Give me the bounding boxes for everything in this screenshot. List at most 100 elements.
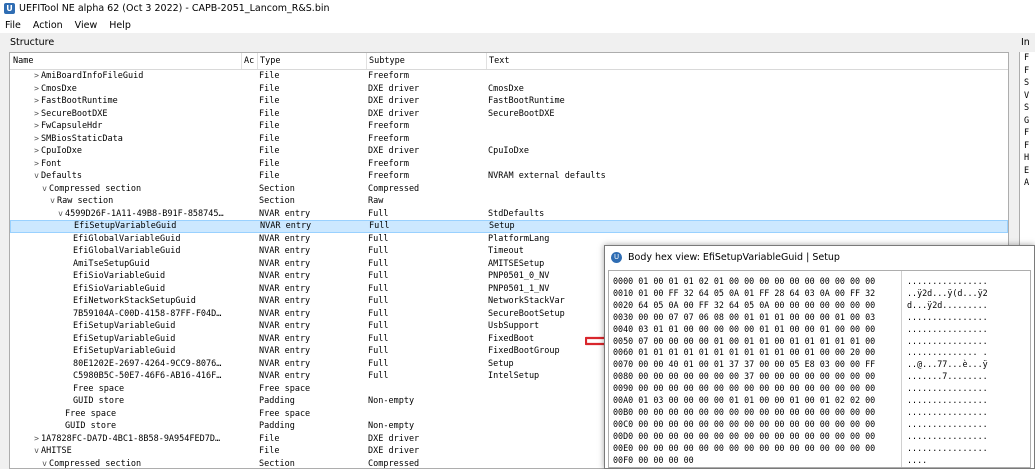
hex-line: 0000 01 00 01 01 02 01 00 00 00 00 00 00… — [613, 276, 875, 287]
tree-row-type: Section — [259, 196, 295, 206]
info-panel-line: V — [1024, 90, 1030, 101]
tree-row-name-text: 1A7828FC-DA7D-4BC1-8B58-9A954FED7D… — [41, 433, 221, 444]
tree-row-subtype: Full — [368, 246, 389, 256]
collapsed-chevron-icon[interactable]: > — [32, 108, 41, 121]
info-panel-line: A — [1024, 178, 1030, 188]
tree-row[interactable]: > FwCapsuleHdr File Freeform — [10, 120, 1008, 133]
hex-line: 0010 01 00 FF 32 64 05 0A 01 FF 28 64 03… — [613, 288, 875, 299]
tree-row[interactable]: v Defaults File Freeform NVRAM external defa… — [10, 170, 1008, 183]
hex-view-titlebar[interactable]: U Body hex view: EfiSetupVariableGuid | … — [605, 246, 1034, 268]
hex-line: 00B0 00 00 00 00 00 00 00 00 00 00 00 00… — [613, 407, 875, 418]
expanded-chevron-icon[interactable]: v — [32, 445, 41, 458]
info-panel-line: H — [1024, 153, 1030, 163]
tree-row-name: v AHITSE — [10, 445, 242, 458]
expanded-chevron-icon[interactable]: v — [40, 458, 49, 469]
menu-view[interactable]: View — [75, 20, 98, 31]
column-header-text[interactable]: Text — [489, 56, 509, 66]
collapsed-chevron-icon[interactable]: > — [32, 120, 41, 133]
window-title: UEFITool NE alpha 62 (Oct 3 2022) - CAPB… — [19, 3, 330, 14]
collapsed-chevron-icon[interactable]: > — [32, 433, 41, 446]
tree-row-name-text: Free space — [73, 383, 125, 394]
tree-row-subtype: Full — [368, 271, 389, 281]
uefitool-app-icon: U — [4, 3, 15, 14]
tree-row-type: NVAR entry — [259, 333, 311, 344]
tree-row-name-text: AmiTseSetupGuid — [73, 258, 150, 269]
hex-bytes: 00 00 07 07 06 08 00 01 01 01 00 00 00 0… — [638, 311, 876, 322]
tree-row[interactable]: EfiGlobalVariableGuid NVAR entry Full Platf… — [10, 233, 1008, 246]
column-divider[interactable] — [486, 53, 487, 69]
tree-row[interactable]: > FastBootRuntime File DXE driver FastBootRu… — [10, 95, 1008, 108]
hex-bytes: 03 01 01 00 00 00 00 00 01 01 00 00 01 0… — [638, 323, 876, 334]
tree-row-subtype: Freeform — [368, 158, 409, 169]
tree-row-text: CpuIoDxe — [488, 146, 529, 156]
tree-row-name-text: Free space — [65, 408, 117, 419]
tree-row[interactable]: > SecureBootDXE File DXE driver SecureBootDX… — [10, 108, 1008, 121]
tree-row-type: File — [259, 96, 280, 106]
tree-row-name-text: Font — [41, 158, 62, 169]
tree-row-type: NVAR entry — [259, 371, 311, 381]
hex-offset: 00C0 — [613, 418, 634, 429]
tree-row-name-text: FwCapsuleHdr — [41, 121, 103, 131]
info-panel-line: F — [1024, 65, 1030, 76]
hex-view-body[interactable]: 0000 01 00 01 01 02 01 00 00 00 00 00 00… — [608, 270, 1031, 468]
collapsed-chevron-icon[interactable]: > — [32, 70, 41, 83]
tree-row[interactable]: v Raw section Section Raw — [10, 195, 1008, 208]
collapsed-chevron-icon[interactable]: > — [32, 145, 41, 158]
tree-row-name-text: Raw section — [57, 196, 114, 206]
collapsed-chevron-icon[interactable]: > — [32, 95, 41, 108]
tree-row-name-text: CmosDxe — [41, 83, 77, 94]
tree-row-subtype: Freeform — [368, 71, 409, 81]
tree-row-name-text: SMBiosStaticData — [41, 133, 123, 144]
column-divider[interactable] — [257, 53, 258, 69]
tree-row[interactable]: EfiSetupVariableGuid NVAR entry Full Setup — [10, 220, 1008, 233]
column-divider[interactable] — [366, 53, 367, 69]
tree-row-subtype: Full — [368, 208, 389, 219]
expanded-chevron-icon[interactable]: v — [56, 208, 65, 221]
menu-file[interactable]: File — [5, 20, 21, 31]
tree-row-type: File — [259, 433, 280, 444]
column-header-action[interactable]: Ac — [244, 56, 254, 66]
tree-row-name-text: Compressed section — [49, 458, 142, 469]
column-divider[interactable] — [241, 53, 242, 69]
tree-row-name-text: 4599D26F-1A11-49B8-B91F-858745… — [65, 208, 224, 219]
column-header-subtype[interactable]: Subtype — [369, 56, 405, 66]
tree-row-name-text: Compressed section — [49, 183, 142, 194]
tree-row[interactable]: > CmosDxe File DXE driver CmosDxe — [10, 83, 1008, 96]
menu-action[interactable]: Action — [33, 20, 63, 31]
tree-row-name-text: CpuIoDxe — [41, 146, 82, 156]
tree-row-name-text: 80E1202E-2697-4264-9CC9-8076… — [73, 358, 222, 369]
hex-ascii: ................ — [907, 395, 988, 405]
tree-row[interactable]: > AmiBoardInfoFileGuid File Freeform — [10, 70, 1008, 83]
tree-row-name: v Compressed section — [10, 458, 242, 469]
tree-row-name-text: C5980B5C-50E7-46F6-AB16-416F… — [73, 371, 222, 381]
column-header-name[interactable]: Name — [13, 56, 33, 66]
tree-row-subtype: Non-empty — [368, 421, 415, 431]
expanded-chevron-icon[interactable]: v — [32, 170, 41, 183]
collapsed-chevron-icon[interactable]: > — [32, 133, 41, 146]
tree-row-name: GUID store — [10, 395, 242, 408]
hex-bytes: 00 00 00 00 00 00 00 37 00 00 00 00 00 0… — [638, 371, 876, 382]
tree-row-subtype: Non-empty — [368, 396, 415, 406]
tree-row[interactable]: v Compressed section Section Compressed — [10, 183, 1008, 196]
tree-row-subtype: Full — [368, 321, 389, 331]
hex-line: 00F0 00 00 00 00 — [613, 455, 694, 466]
hex-bytes: 01 03 00 00 00 00 01 01 00 00 01 00 01 0… — [638, 395, 876, 405]
hex-ascii: ..ÿ2d...ÿ(d...ÿ2 — [907, 287, 988, 298]
tree-row-subtype: Freeform — [368, 133, 409, 144]
hex-offset: 00B0 — [613, 406, 634, 417]
collapsed-chevron-icon[interactable]: > — [32, 158, 41, 171]
tree-row[interactable]: > SMBiosStaticData File Freeform — [10, 133, 1008, 146]
tree-row-name-text: Defaults — [41, 171, 82, 181]
expanded-chevron-icon[interactable]: v — [40, 183, 49, 196]
tree-row[interactable]: > Font File Freeform — [10, 158, 1008, 171]
info-panel-line: G — [1024, 115, 1030, 126]
menu-help[interactable]: Help — [109, 20, 131, 31]
info-panel-line: S — [1024, 103, 1030, 113]
tree-row-name: EfiSioVariableGuid — [10, 283, 242, 296]
column-header-type[interactable]: Type — [260, 56, 280, 66]
expanded-chevron-icon[interactable]: v — [48, 195, 57, 208]
hex-line: 0020 64 05 0A 00 FF 32 64 05 0A 00 00 00… — [613, 300, 875, 311]
tree-row[interactable]: v 4599D26F-1A11-49B8-B91F-858745… NVAR ent… — [10, 208, 1008, 221]
tree-row[interactable]: > CpuIoDxe File DXE driver CpuIoDxe — [10, 145, 1008, 158]
collapsed-chevron-icon[interactable]: > — [32, 83, 41, 96]
